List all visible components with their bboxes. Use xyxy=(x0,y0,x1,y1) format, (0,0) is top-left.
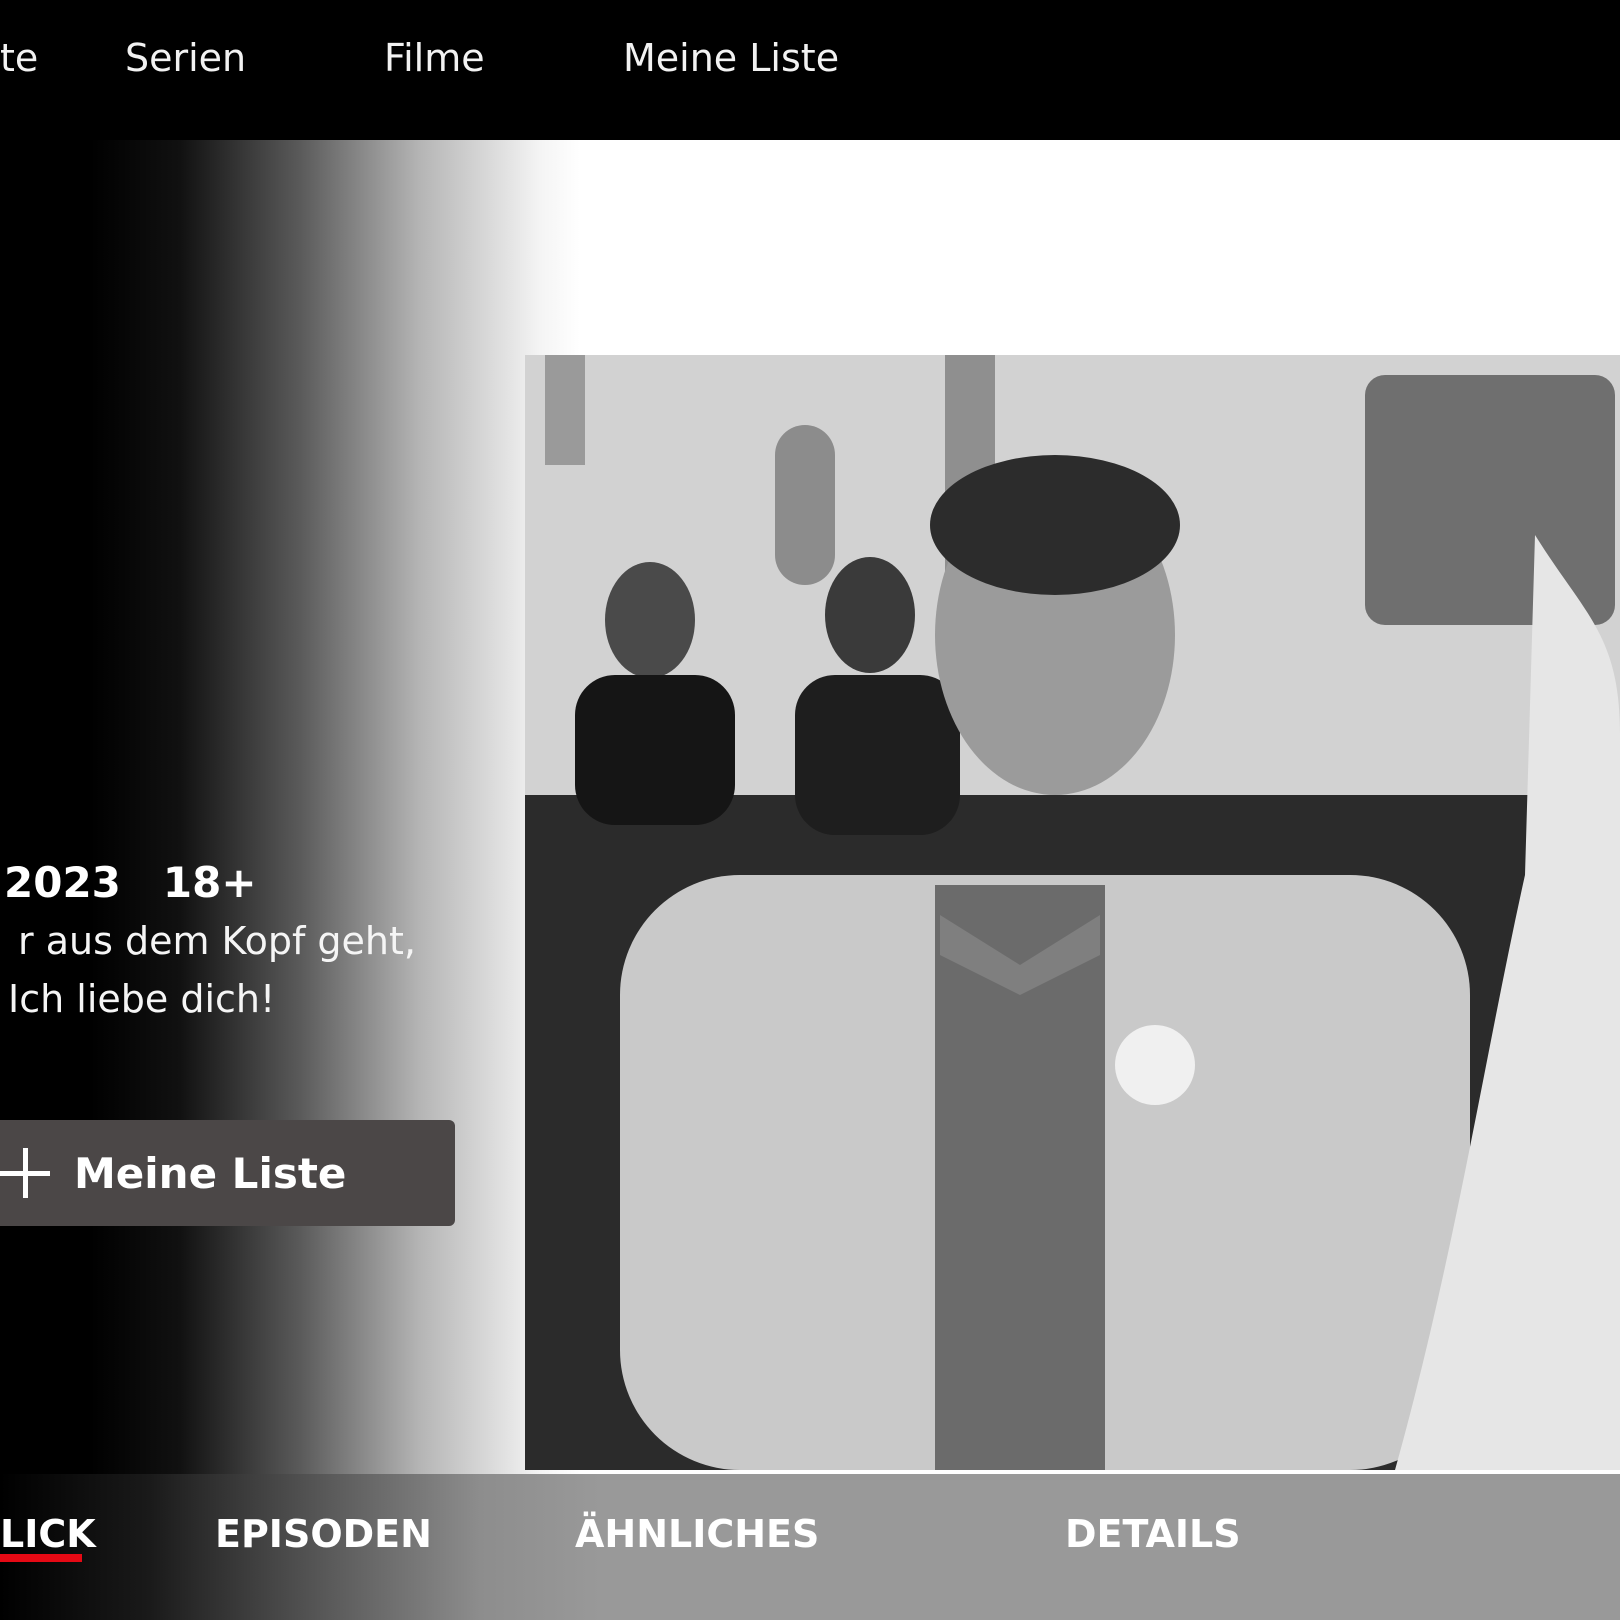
hero-image xyxy=(525,355,1620,1470)
nav-item-meine-liste[interactable]: Meine Liste xyxy=(623,36,839,80)
nav-item-serien[interactable]: Serien xyxy=(125,36,246,80)
add-to-list-label: Meine Liste xyxy=(74,1148,347,1198)
nav-item-partial[interactable]: te xyxy=(0,36,38,80)
tab-aehnliches[interactable]: ÄHNLICHES xyxy=(575,1512,819,1556)
add-to-list-button[interactable]: Meine Liste xyxy=(0,1120,455,1226)
nav-item-filme[interactable]: Filme xyxy=(384,36,485,80)
title-meta: 2023 18+ xyxy=(4,858,299,907)
detail-tabs: LICK EPISODEN ÄHNLICHES DETAILS xyxy=(0,1474,1620,1620)
tab-episoden[interactable]: EPISODEN xyxy=(215,1512,432,1556)
release-year: 2023 xyxy=(4,858,121,907)
active-tab-indicator xyxy=(0,1554,82,1562)
age-rating: 18+ xyxy=(162,858,257,907)
description: r aus dem Kopf geht, Ich liebe dich! xyxy=(0,912,416,1028)
description-line: Ich liebe dich! xyxy=(8,977,276,1021)
tab-ueberblick[interactable]: LICK xyxy=(0,1512,96,1556)
plus-icon xyxy=(0,1148,50,1198)
top-navigation: te Serien Filme Meine Liste xyxy=(0,0,1620,140)
wedding-photo-illustration xyxy=(525,355,1620,1470)
hero-banner: 2023 18+ r aus dem Kopf geht, Ich liebe d… xyxy=(0,140,1620,1474)
tab-details[interactable]: DETAILS xyxy=(1065,1512,1241,1556)
description-line: r aus dem Kopf geht, xyxy=(18,919,416,963)
